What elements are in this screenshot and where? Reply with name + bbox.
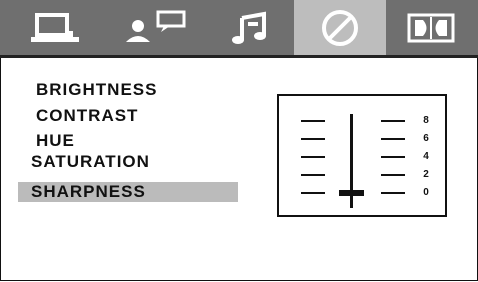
scale-tick — [301, 192, 325, 194]
scale-tick — [301, 174, 325, 176]
scale-tick — [381, 120, 405, 122]
scale-tick — [381, 174, 405, 176]
user-message-icon — [126, 10, 186, 42]
scale-label: 2 — [423, 169, 429, 180]
tab-display[interactable] — [20, 0, 90, 55]
tab-dolby[interactable] — [396, 0, 466, 55]
monitor-icon — [31, 12, 79, 42]
sharpness-slider-panel: 8 6 4 2 0 — [277, 94, 447, 217]
menu-item-saturation[interactable]: SATURATION — [31, 152, 150, 172]
tab-user[interactable] — [108, 0, 200, 55]
menu-item-brightness[interactable]: BRIGHTNESS — [36, 80, 157, 100]
scale-tick — [301, 120, 325, 122]
menu-item-sharpness[interactable]: SHARPNESS — [18, 182, 238, 202]
tab-bar — [0, 0, 478, 58]
scale-tick — [301, 138, 325, 140]
scale-tick — [381, 192, 405, 194]
music-note-icon — [232, 11, 266, 44]
forbidden-circle-icon — [322, 9, 358, 46]
tab-picture[interactable] — [294, 0, 386, 55]
scale-tick — [381, 156, 405, 158]
tab-audio[interactable] — [215, 0, 285, 55]
menu-item-contrast[interactable]: CONTRAST — [36, 106, 138, 126]
scale-label: 8 — [423, 115, 429, 126]
scale-tick — [301, 156, 325, 158]
scale-label: 0 — [423, 187, 429, 198]
menu-item-hue[interactable]: HUE — [36, 131, 75, 151]
scale-label: 6 — [423, 133, 429, 144]
dolby-icon — [407, 13, 455, 42]
scale-label: 4 — [423, 151, 429, 162]
scale-tick — [381, 138, 405, 140]
slider-thumb[interactable] — [339, 190, 364, 196]
